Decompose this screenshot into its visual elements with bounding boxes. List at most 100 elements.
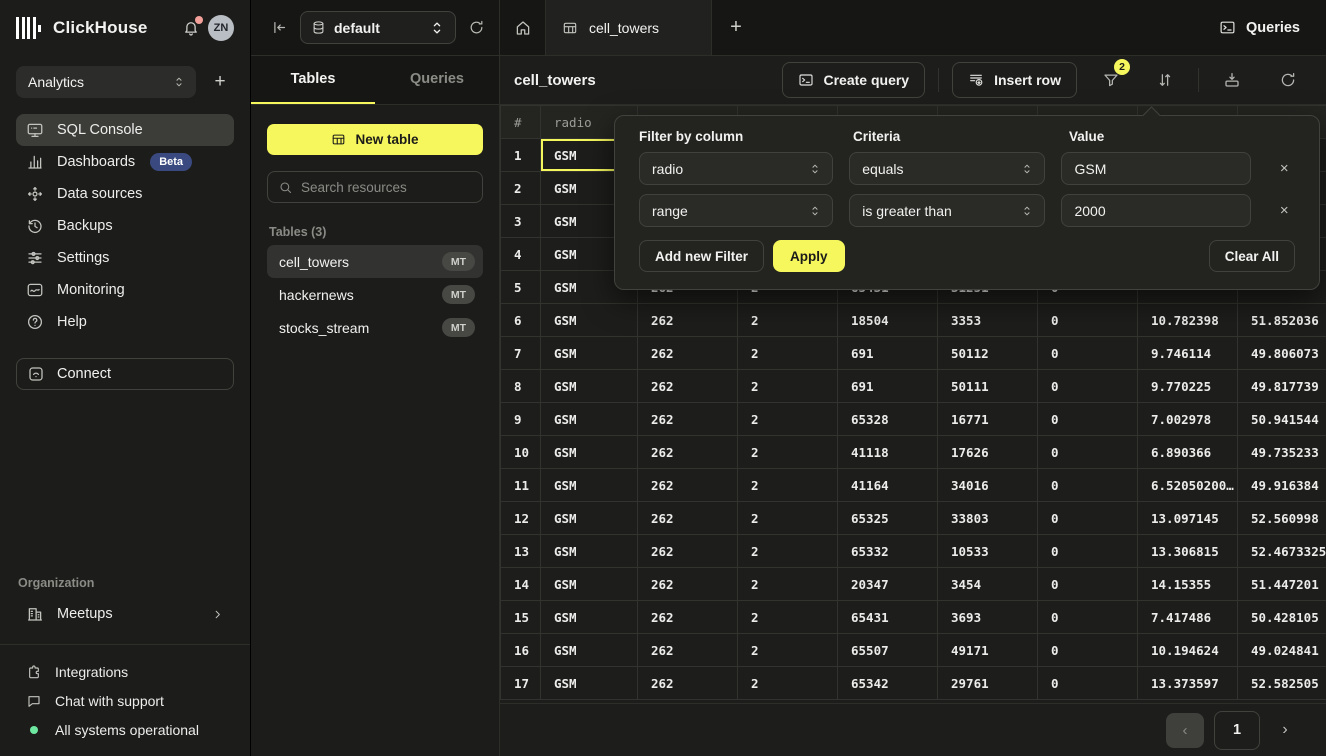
cell[interactable]: 2: [738, 403, 838, 436]
download-button[interactable]: [1217, 65, 1247, 95]
cell[interactable]: 0: [1038, 337, 1138, 370]
cell[interactable]: 262: [638, 370, 738, 403]
cell[interactable]: 0: [1038, 304, 1138, 337]
sidebar-item-dashboards[interactable]: DashboardsBeta: [16, 146, 234, 178]
cell[interactable]: 2: [738, 634, 838, 667]
cell[interactable]: 0: [1038, 436, 1138, 469]
sidebar-item-help[interactable]: Help: [16, 306, 234, 338]
cell[interactable]: GSM: [541, 667, 638, 700]
cell[interactable]: 41118: [838, 436, 938, 469]
cell[interactable]: 2: [738, 535, 838, 568]
cell[interactable]: 49.806073: [1238, 337, 1326, 370]
filter-value-input[interactable]: [1061, 152, 1251, 185]
collapse-panel-icon[interactable]: [271, 19, 288, 36]
cell[interactable]: 0: [1038, 502, 1138, 535]
cell[interactable]: 262: [638, 304, 738, 337]
cell[interactable]: 49171: [938, 634, 1038, 667]
add-workspace-button[interactable]: +: [206, 68, 234, 96]
cell[interactable]: 65507: [838, 634, 938, 667]
clear-filters-button[interactable]: Clear All: [1209, 240, 1295, 272]
cell[interactable]: 262: [638, 601, 738, 634]
sidebar-item-all-systems-operational[interactable]: All systems operational: [16, 715, 234, 744]
cell[interactable]: 262: [638, 337, 738, 370]
cell[interactable]: 2: [738, 304, 838, 337]
cell[interactable]: 10533: [938, 535, 1038, 568]
user-avatar[interactable]: ZN: [208, 15, 234, 41]
cell[interactable]: 13.097145: [1138, 502, 1238, 535]
cell[interactable]: GSM: [541, 469, 638, 502]
sidebar-item-settings[interactable]: Settings: [16, 242, 234, 274]
cell[interactable]: 2: [738, 601, 838, 634]
cell[interactable]: 52.4673325: [1238, 535, 1326, 568]
table-item-cell-towers[interactable]: cell_towersMT: [267, 245, 483, 278]
cell[interactable]: 0: [1038, 634, 1138, 667]
filter-column-select[interactable]: range: [639, 194, 833, 227]
cell[interactable]: 51.852036: [1238, 304, 1326, 337]
refresh-explorer-icon[interactable]: [468, 19, 485, 36]
cell[interactable]: 9.770225: [1138, 370, 1238, 403]
cell[interactable]: 7.002978: [1138, 403, 1238, 436]
cell[interactable]: 3353: [938, 304, 1038, 337]
tab-queries[interactable]: Queries: [375, 56, 499, 104]
cell[interactable]: 52.560998: [1238, 502, 1326, 535]
cell[interactable]: 50.941544: [1238, 403, 1326, 436]
sidebar-item-monitoring[interactable]: Monitoring: [16, 274, 234, 306]
cell[interactable]: GSM: [541, 568, 638, 601]
cell[interactable]: 0: [1038, 469, 1138, 502]
workspace-select[interactable]: Analytics: [16, 66, 196, 98]
remove-filter-button[interactable]: ×: [1273, 158, 1295, 180]
add-filter-button[interactable]: Add new Filter: [639, 240, 764, 272]
cell[interactable]: 10.782398: [1138, 304, 1238, 337]
cell[interactable]: 29761: [938, 667, 1038, 700]
cell[interactable]: 50.428105: [1238, 601, 1326, 634]
cell[interactable]: 691: [838, 337, 938, 370]
cell[interactable]: 2: [738, 436, 838, 469]
table-item-stocks-stream[interactable]: stocks_streamMT: [267, 311, 483, 344]
filter-value-input[interactable]: [1061, 194, 1251, 227]
cell[interactable]: 262: [638, 436, 738, 469]
cell[interactable]: 262: [638, 469, 738, 502]
prev-page-button[interactable]: ‹: [1166, 713, 1204, 748]
cell[interactable]: 49.817739: [1238, 370, 1326, 403]
cell[interactable]: 41164: [838, 469, 938, 502]
table-item-hackernews[interactable]: hackernewsMT: [267, 278, 483, 311]
filter-button[interactable]: 2: [1096, 65, 1126, 95]
cell[interactable]: 262: [638, 667, 738, 700]
cell[interactable]: 49.735233: [1238, 436, 1326, 469]
cell[interactable]: 262: [638, 535, 738, 568]
cell[interactable]: 50111: [938, 370, 1038, 403]
cell[interactable]: 262: [638, 502, 738, 535]
cell[interactable]: GSM: [541, 601, 638, 634]
connect-button[interactable]: Connect: [16, 358, 234, 390]
cell[interactable]: 9.746114: [1138, 337, 1238, 370]
cell[interactable]: 50112: [938, 337, 1038, 370]
cell[interactable]: 3454: [938, 568, 1038, 601]
cell[interactable]: 34016: [938, 469, 1038, 502]
cell[interactable]: 2: [738, 667, 838, 700]
cell[interactable]: 262: [638, 403, 738, 436]
cell[interactable]: 13.306815: [1138, 535, 1238, 568]
sidebar-item-data-sources[interactable]: Data sources: [16, 178, 234, 210]
cell[interactable]: 65328: [838, 403, 938, 436]
cell[interactable]: GSM: [541, 535, 638, 568]
cell[interactable]: GSM: [541, 304, 638, 337]
cell[interactable]: 0: [1038, 403, 1138, 436]
cell[interactable]: 0: [1038, 568, 1138, 601]
cell[interactable]: 2: [738, 568, 838, 601]
cell[interactable]: GSM: [541, 337, 638, 370]
cell[interactable]: GSM: [541, 502, 638, 535]
filter-criteria-select[interactable]: equals: [849, 152, 1045, 185]
queries-button[interactable]: Queries: [1219, 0, 1300, 55]
cell[interactable]: 2: [738, 502, 838, 535]
tab-tables[interactable]: Tables: [251, 56, 375, 104]
next-page-button[interactable]: ›: [1270, 721, 1300, 739]
apply-filters-button[interactable]: Apply: [773, 240, 845, 272]
filter-criteria-select[interactable]: is greater than: [849, 194, 1045, 227]
cell[interactable]: 17626: [938, 436, 1038, 469]
new-table-button[interactable]: New table: [267, 124, 483, 155]
cell[interactable]: 6.890366: [1138, 436, 1238, 469]
insert-row-button[interactable]: Insert row: [952, 62, 1077, 98]
notifications-button[interactable]: [182, 19, 200, 37]
database-select[interactable]: default: [300, 11, 456, 44]
cell[interactable]: GSM: [541, 403, 638, 436]
